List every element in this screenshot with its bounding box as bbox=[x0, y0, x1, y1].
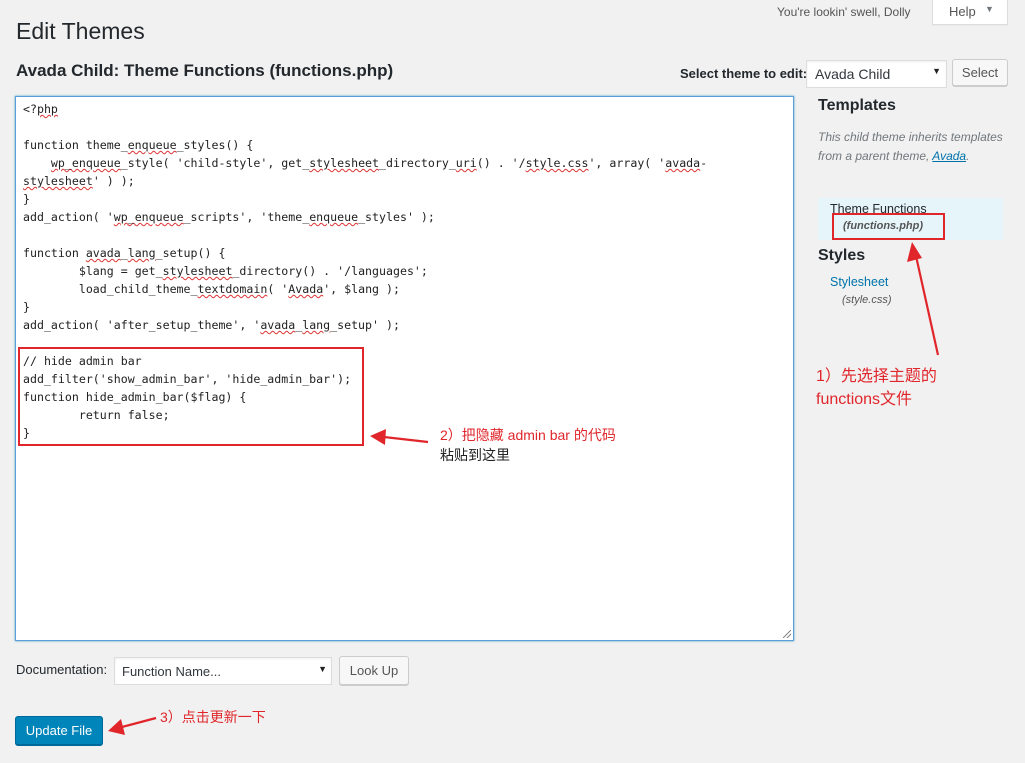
arrow-2-shaft bbox=[383, 435, 429, 444]
annotation-step3: 3）点击更新一下 bbox=[160, 709, 266, 725]
arrow-1-shaft bbox=[914, 255, 940, 356]
annotation-step2: 2）把隐藏 admin bar 的代码 粘贴到这里 bbox=[440, 425, 616, 465]
annotation-step2-line1: 2）把隐藏 admin bar 的代码 bbox=[440, 427, 616, 443]
annotation-step1: 1）先选择主题的 functions文件 bbox=[816, 365, 937, 411]
arrow-2-head bbox=[370, 429, 386, 445]
arrow-3-head bbox=[108, 719, 125, 735]
arrow-3-shaft bbox=[121, 716, 157, 729]
annotation-step1-line2: functions文件 bbox=[816, 391, 913, 408]
annotation-step1-line1: 1）先选择主题的 bbox=[816, 368, 937, 385]
arrow-1-head bbox=[907, 242, 922, 262]
annotation-step2-line2: 粘贴到这里 bbox=[440, 447, 510, 463]
